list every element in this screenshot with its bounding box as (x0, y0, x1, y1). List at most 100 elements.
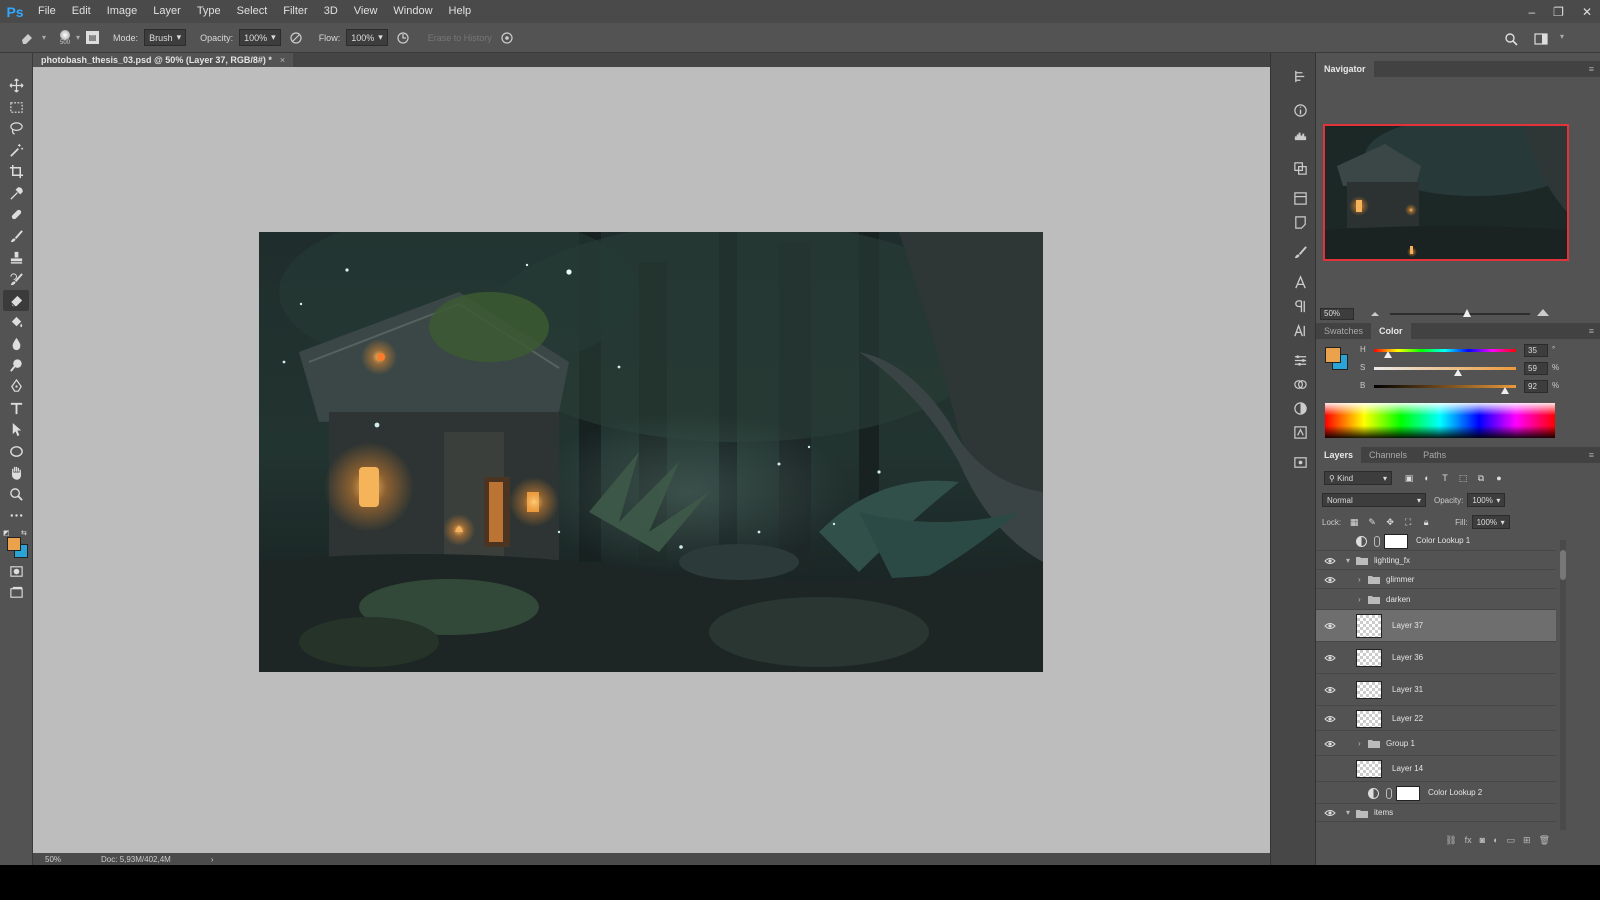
lock-transparency-icon[interactable]: ▦ (1347, 515, 1361, 529)
blend-mode-dropdown[interactable]: Normal ▾ (1322, 493, 1426, 507)
delete-layer-icon[interactable]: 🗑︎ (1539, 835, 1550, 846)
menu-help[interactable]: Help (441, 0, 480, 23)
tab-color[interactable]: Color (1371, 323, 1411, 339)
layer-opacity-field[interactable]: 100% ▾ (1467, 493, 1506, 507)
character-icon[interactable] (1290, 272, 1310, 292)
layer-row[interactable]: Color Lookup 2 (1316, 782, 1556, 804)
layer-row[interactable]: › Group 1 (1316, 731, 1556, 756)
navigator-zoom-track[interactable] (1390, 313, 1530, 315)
tab-navigator[interactable]: Navigator (1316, 61, 1374, 77)
menu-select[interactable]: Select (229, 0, 276, 23)
tab-layers[interactable]: Layers (1316, 447, 1362, 463)
menu-view[interactable]: View (346, 0, 386, 23)
navigator-zoom-field[interactable]: 50% (1320, 308, 1354, 320)
chain-link-icon[interactable] (1374, 535, 1380, 547)
eye-icon[interactable] (1324, 575, 1336, 585)
properties-icon[interactable] (1290, 350, 1310, 370)
layer-filter-dropdown[interactable]: ⚲ Kind ▾ (1324, 471, 1392, 485)
filter-toggle-icon[interactable]: ● (1492, 471, 1506, 485)
visibility-toggle-empty[interactable] (1324, 764, 1336, 774)
workspace-icon[interactable] (1532, 30, 1550, 48)
histogram-icon[interactable] (1290, 124, 1310, 144)
airbrush-icon[interactable] (394, 29, 412, 47)
close-tab-icon[interactable]: × (280, 55, 285, 65)
brightness-track[interactable] (1374, 385, 1516, 388)
saturation-track[interactable] (1374, 367, 1516, 370)
marquee-tool[interactable] (3, 97, 29, 118)
crop-tool[interactable] (3, 161, 29, 182)
paint-bucket-tool[interactable] (3, 312, 29, 333)
close-window-button[interactable]: ✕ (1582, 5, 1592, 19)
layers-scrollbar[interactable] (1560, 540, 1566, 830)
pressure-opacity-icon[interactable] (287, 29, 305, 47)
visibility-toggle-empty[interactable] (1324, 536, 1336, 546)
document-canvas-image[interactable] (259, 232, 1043, 672)
layer-row[interactable]: Layer 31 (1316, 674, 1556, 706)
eye-icon[interactable] (1324, 739, 1336, 749)
status-menu-arrow[interactable]: › (211, 855, 214, 864)
hue-track[interactable] (1374, 349, 1516, 352)
status-zoom[interactable]: 50% (45, 855, 61, 864)
eyedropper-tool[interactable] (3, 183, 29, 204)
eye-icon[interactable] (1324, 556, 1336, 566)
lasso-tool[interactable] (3, 118, 29, 139)
filter-pixel-icon[interactable]: ▣ (1402, 471, 1416, 485)
screen-mode-button[interactable] (3, 582, 29, 603)
tab-channels[interactable]: Channels (1361, 447, 1415, 463)
notes-icon[interactable] (1290, 212, 1310, 232)
menu-edit[interactable]: Edit (64, 0, 99, 23)
brightness-thumb[interactable] (1500, 387, 1509, 394)
add-mask-icon[interactable]: ◙ (1480, 835, 1485, 845)
zoom-out-icon[interactable] (1370, 309, 1380, 320)
menu-3d[interactable]: 3D (316, 0, 346, 23)
eraser-tool[interactable] (3, 290, 29, 311)
eye-icon[interactable] (1324, 808, 1336, 818)
lock-pixels-icon[interactable]: ✎ (1365, 515, 1379, 529)
filter-smart-object-icon[interactable]: ⧉ (1474, 471, 1488, 485)
swap-colors-icon[interactable]: ⇆ (21, 529, 27, 537)
layer-thumbnail[interactable] (1356, 760, 1382, 778)
brightness-slider[interactable]: B 92 % (1316, 379, 1600, 397)
layer-mask-thumbnail[interactable] (1396, 785, 1420, 801)
panel-menu-icon[interactable]: ≡ (1589, 450, 1594, 460)
mode-dropdown[interactable]: Brush ▾ (144, 29, 187, 46)
saturation-slider[interactable]: S 59 % (1316, 361, 1600, 379)
layer-row[interactable]: Layer 22 (1316, 706, 1556, 731)
panel-menu-icon[interactable]: ≡ (1589, 326, 1594, 336)
move-tool[interactable] (3, 75, 29, 96)
magic-wand-tool[interactable] (3, 140, 29, 161)
eye-icon[interactable] (1324, 714, 1336, 724)
pen-tool[interactable] (3, 376, 29, 397)
menu-type[interactable]: Type (189, 0, 229, 23)
layer-mask-thumbnail[interactable] (1384, 533, 1408, 549)
path-selection-tool[interactable] (3, 419, 29, 440)
channels-icon[interactable] (1290, 374, 1310, 394)
new-group-icon[interactable]: ▭ (1507, 835, 1516, 846)
color-spectrum-ramp[interactable] (1325, 403, 1555, 438)
minimize-button[interactable]: – (1528, 5, 1535, 19)
hue-slider[interactable]: H 35 ° (1316, 343, 1600, 361)
layer-thumbnail[interactable] (1356, 709, 1382, 728)
canvas-area[interactable] (33, 67, 1270, 853)
saturation-value-field[interactable]: 59 (1524, 362, 1548, 375)
clone-source-icon[interactable] (1290, 158, 1310, 178)
blur-tool[interactable] (3, 333, 29, 354)
filter-adjustment-icon[interactable]: ◐ (1420, 471, 1434, 485)
default-colors-icon[interactable]: ◩ (3, 529, 10, 537)
flow-field[interactable]: 100% ▾ (346, 29, 388, 46)
chevron-right-icon[interactable]: › (1358, 575, 1361, 584)
chain-link-icon[interactable] (1386, 787, 1392, 799)
healing-brush-tool[interactable] (3, 204, 29, 225)
chevron-right-icon[interactable]: › (1358, 739, 1361, 748)
tab-paths[interactable]: Paths (1415, 447, 1454, 463)
quick-mask-button[interactable] (3, 561, 29, 582)
eye-icon[interactable] (1324, 653, 1336, 663)
history-brush-tool[interactable] (3, 269, 29, 290)
glyphs-icon[interactable] (1290, 320, 1310, 340)
dodge-tool[interactable] (3, 355, 29, 376)
hue-thumb[interactable] (1383, 351, 1392, 358)
hand-tool[interactable] (3, 462, 29, 483)
paragraph-icon[interactable] (1290, 296, 1310, 316)
history-panel-icon[interactable] (1290, 66, 1310, 86)
layer-row[interactable]: Layer 14 (1316, 756, 1556, 782)
